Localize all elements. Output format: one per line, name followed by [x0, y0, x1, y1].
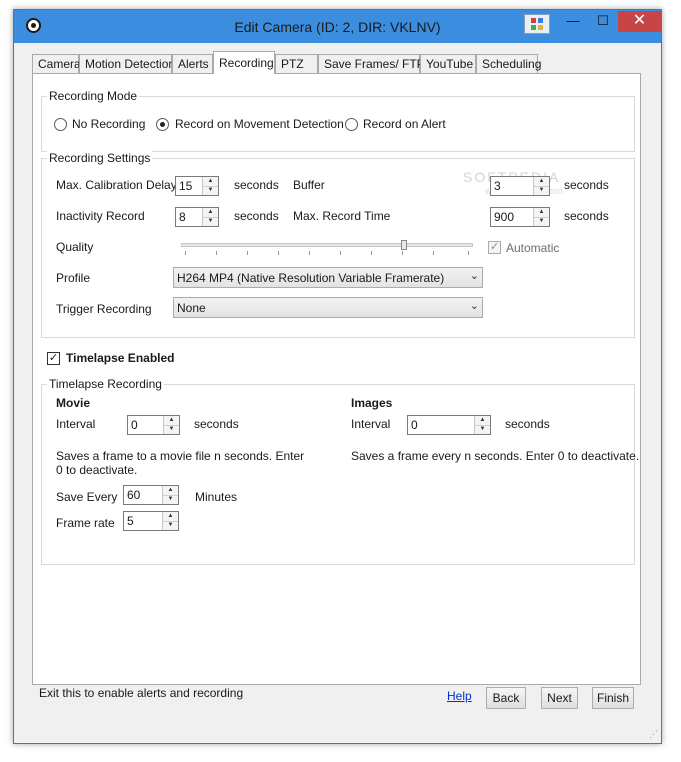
- back-button[interactable]: Back: [486, 687, 526, 709]
- inactivity-record-unit: seconds: [234, 209, 279, 223]
- tab-youtube[interactable]: YouTube: [420, 54, 476, 73]
- max-record-time-label: Max. Record Time: [293, 209, 391, 223]
- chevron-down-icon[interactable]: ⌄: [470, 269, 479, 282]
- max-record-time-value[interactable]: 900: [494, 210, 514, 224]
- buffer-unit: seconds: [564, 178, 609, 192]
- movie-heading: Movie: [56, 396, 91, 410]
- automatic-checkbox[interactable]: ✓: [488, 241, 501, 254]
- radio-no-recording[interactable]: [54, 118, 67, 131]
- no-recording-label[interactable]: No Recording: [72, 117, 145, 131]
- timelapse-enabled-label[interactable]: Timelapse Enabled: [66, 351, 175, 365]
- movie-description: Saves a frame to a movie file n seconds.…: [56, 449, 305, 477]
- max-calibration-delay-unit: seconds: [234, 178, 279, 192]
- recording-mode-title: Recording Mode: [47, 89, 140, 103]
- max-calibration-delay-spinner[interactable]: 15 ▲ ▼: [175, 176, 219, 196]
- title-bar[interactable]: Edit Camera (ID: 2, DIR: VKLNV) — ☐ ✕: [14, 10, 661, 43]
- spin-down-icon[interactable]: ▼: [534, 186, 549, 195]
- quality-slider[interactable]: [181, 239, 473, 259]
- maximize-button[interactable]: ☐: [592, 11, 614, 32]
- spin-down-icon[interactable]: ▼: [163, 521, 178, 530]
- spin-down-icon[interactable]: ▼: [203, 186, 218, 195]
- images-description: Saves a frame every n seconds. Enter 0 t…: [351, 449, 640, 463]
- trigger-recording-value[interactable]: None: [177, 301, 206, 315]
- max-calibration-delay-label: Max. Calibration Delay: [56, 178, 177, 192]
- footer-hint: Exit this to enable alerts and recording: [39, 686, 244, 700]
- tab-scheduling[interactable]: Scheduling: [476, 54, 541, 73]
- close-button[interactable]: ✕: [618, 11, 661, 32]
- tab-motion-detection[interactable]: Motion Detection: [79, 54, 175, 73]
- buffer-value[interactable]: 3: [494, 179, 501, 193]
- edit-camera-window: Edit Camera (ID: 2, DIR: VKLNV) — ☐ ✕ Ca…: [13, 9, 662, 744]
- tab-camera[interactable]: Camera: [32, 54, 81, 73]
- timelapse-recording-title: Timelapse Recording: [47, 377, 164, 391]
- slider-tick: [247, 251, 248, 255]
- profile-label: Profile: [56, 271, 91, 285]
- spin-down-icon[interactable]: ▼: [534, 217, 549, 226]
- buffer-spinner[interactable]: 3 ▲ ▼: [490, 176, 550, 196]
- inactivity-record-spinner[interactable]: 8 ▲ ▼: [175, 207, 219, 227]
- record-on-alert-label[interactable]: Record on Alert: [363, 117, 446, 131]
- frame-rate-value[interactable]: 5: [127, 514, 134, 528]
- slider-tick: [468, 251, 469, 255]
- quality-slider-thumb[interactable]: [401, 240, 407, 250]
- radio-record-on-movement[interactable]: [156, 118, 169, 131]
- spin-down-icon[interactable]: ▼: [203, 217, 218, 226]
- images-interval-spinner[interactable]: 0 ▲ ▼: [407, 415, 491, 435]
- trigger-recording-dropdown[interactable]: None ⌄: [173, 297, 483, 318]
- images-heading: Images: [351, 396, 393, 410]
- movie-interval-spinner[interactable]: 0 ▲ ▼: [127, 415, 180, 435]
- finish-button[interactable]: Finish: [592, 687, 634, 709]
- tab-ptz[interactable]: PTZ: [275, 54, 318, 73]
- profile-value[interactable]: H264 MP4 (Native Resolution Variable Fra…: [177, 271, 444, 285]
- spin-down-icon[interactable]: ▼: [164, 425, 179, 434]
- inactivity-record-value[interactable]: 8: [179, 210, 186, 224]
- help-link[interactable]: Help: [447, 689, 472, 703]
- slider-tick: [278, 251, 279, 255]
- next-button[interactable]: Next: [541, 687, 578, 709]
- timelapse-enabled-checkbox[interactable]: ✓: [47, 352, 60, 365]
- profile-dropdown[interactable]: H264 MP4 (Native Resolution Variable Fra…: [173, 267, 483, 288]
- automatic-label[interactable]: Automatic: [506, 241, 559, 255]
- images-interval-label: Interval: [351, 417, 391, 431]
- help-icon[interactable]: [524, 14, 550, 34]
- frame-rate-label: Frame rate: [56, 516, 115, 530]
- tab-save-frames-ftp[interactable]: Save Frames/ FTP: [318, 54, 425, 73]
- record-on-movement-label[interactable]: Record on Movement Detection: [175, 117, 344, 131]
- save-every-label: Save Every: [56, 490, 118, 504]
- minimize-button[interactable]: —: [562, 11, 584, 32]
- slider-tick: [371, 251, 372, 255]
- slider-tick: [402, 251, 403, 255]
- max-record-time-spinner[interactable]: 900 ▲ ▼: [490, 207, 550, 227]
- save-every-unit: Minutes: [195, 490, 238, 504]
- frame-rate-spinner[interactable]: 5 ▲ ▼: [123, 511, 179, 531]
- trigger-recording-label: Trigger Recording: [56, 302, 152, 316]
- movie-interval-value[interactable]: 0: [131, 418, 138, 432]
- movie-interval-unit: seconds: [194, 417, 239, 431]
- slider-tick: [185, 251, 186, 255]
- images-interval-value[interactable]: 0: [411, 418, 418, 432]
- max-calibration-delay-value[interactable]: 15: [179, 179, 192, 193]
- slider-tick: [309, 251, 310, 255]
- slider-tick: [216, 251, 217, 255]
- tab-recording[interactable]: Recording: [213, 51, 275, 74]
- inactivity-record-label: Inactivity Record: [56, 209, 145, 223]
- movie-interval-label: Interval: [56, 417, 96, 431]
- images-interval-unit: seconds: [505, 417, 550, 431]
- spin-down-icon[interactable]: ▼: [163, 495, 178, 504]
- radio-record-on-alert[interactable]: [345, 118, 358, 131]
- quality-slider-track[interactable]: [181, 243, 473, 247]
- spin-down-icon[interactable]: ▼: [475, 425, 490, 434]
- buffer-label: Buffer: [293, 178, 325, 192]
- tab-alerts[interactable]: Alerts: [172, 54, 213, 73]
- slider-tick: [433, 251, 434, 255]
- recording-settings-title: Recording Settings: [47, 151, 153, 165]
- resize-grip-icon[interactable]: ⋰: [649, 729, 658, 740]
- save-every-value[interactable]: 60: [127, 488, 140, 502]
- quality-label: Quality: [56, 240, 94, 254]
- max-record-time-unit: seconds: [564, 209, 609, 223]
- recording-tab-panel: Recording Mode No Recording Record on Mo…: [32, 73, 641, 685]
- slider-tick: [340, 251, 341, 255]
- save-every-spinner[interactable]: 60 ▲ ▼: [123, 485, 179, 505]
- chevron-down-icon[interactable]: ⌄: [470, 299, 479, 312]
